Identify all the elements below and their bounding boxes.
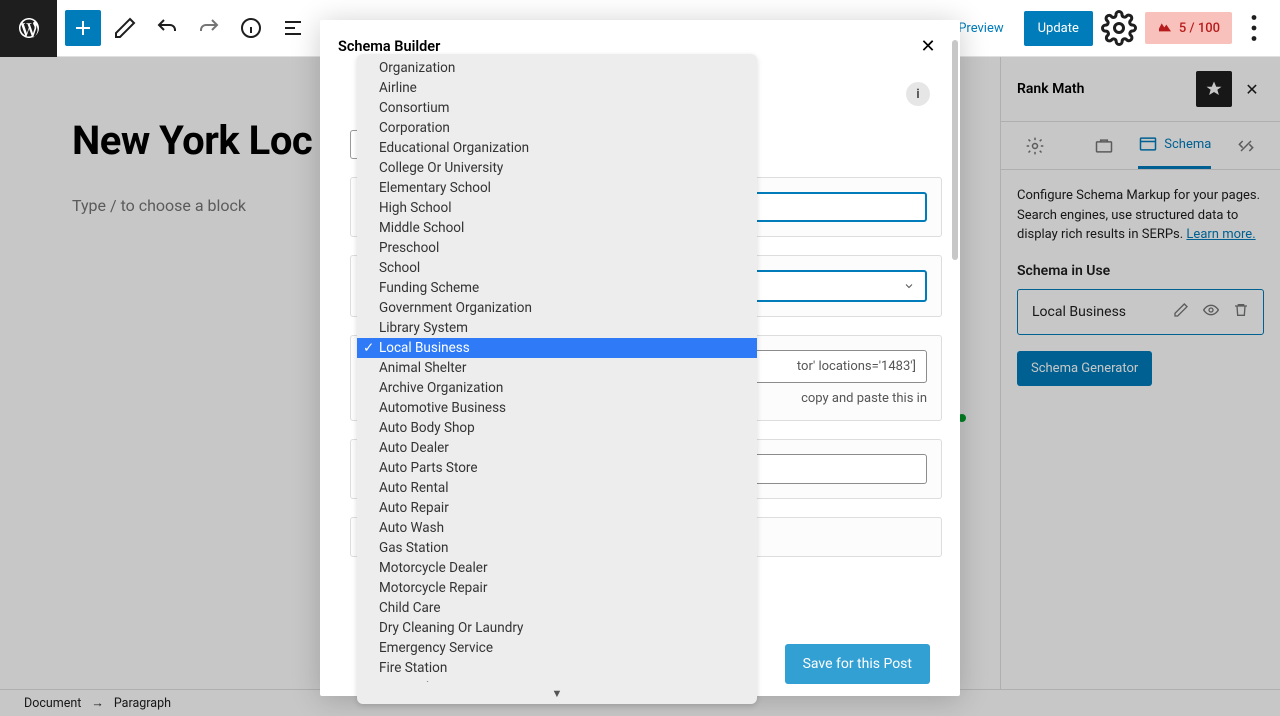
sidebar-title: Rank Math (1017, 81, 1084, 97)
dropdown-item[interactable]: Auto Wash (357, 518, 757, 538)
dropdown-item[interactable]: College Or University (357, 158, 757, 178)
more-menu-icon[interactable] (1236, 10, 1272, 46)
dropdown-item[interactable]: Gas Station (357, 538, 757, 558)
dropdown-item[interactable]: Automotive Business (357, 398, 757, 418)
add-block-button[interactable] (65, 10, 101, 46)
breadcrumb-arrow-icon: → (91, 696, 104, 711)
tab-advanced[interactable] (1070, 122, 1139, 169)
dropdown-item[interactable]: Corporation (357, 118, 757, 138)
dropdown-item[interactable]: Educational Organization (357, 138, 757, 158)
dropdown-item[interactable]: Organization (357, 58, 757, 78)
dropdown-item[interactable]: Government Organization (357, 298, 757, 318)
dropdown-item[interactable]: Motorcycle Dealer (357, 558, 757, 578)
star-icon[interactable] (1196, 71, 1232, 107)
dropdown-item[interactable]: Middle School (357, 218, 757, 238)
seo-score-badge[interactable]: 5 / 100 (1145, 12, 1232, 44)
dropdown-item[interactable]: Auto Rental (357, 478, 757, 498)
seo-score-value: 5 / 100 (1179, 21, 1220, 36)
chevron-down-icon (903, 280, 915, 292)
dropdown-item[interactable]: Local Business (357, 338, 757, 358)
undo-icon[interactable] (149, 10, 185, 46)
schema-type-dropdown: OrganizationAirlineConsortiumCorporation… (357, 54, 757, 704)
tab-schema[interactable]: Schema (1138, 122, 1211, 169)
breadcrumb-document[interactable]: Document (24, 696, 81, 711)
dropdown-scroll-down-icon[interactable]: ▼ (357, 682, 757, 704)
preview-schema-icon[interactable] (1203, 302, 1219, 322)
sidebar-description: Configure Schema Markup for your pages. … (1017, 186, 1264, 245)
dropdown-item[interactable]: Elementary School (357, 178, 757, 198)
dropdown-item[interactable]: Archive Organization (357, 378, 757, 398)
dropdown-item[interactable]: Auto Parts Store (357, 458, 757, 478)
dropdown-item[interactable]: Preschool (357, 238, 757, 258)
dropdown-item[interactable]: Consortium (357, 98, 757, 118)
schema-generator-button[interactable]: Schema Generator (1017, 351, 1152, 386)
wordpress-logo-icon[interactable] (0, 0, 57, 57)
save-for-post-button[interactable]: Save for this Post (785, 644, 930, 684)
dropdown-item[interactable]: School (357, 258, 757, 278)
delete-schema-icon[interactable] (1233, 302, 1249, 322)
dropdown-item[interactable]: Airline (357, 78, 757, 98)
outline-icon[interactable] (275, 10, 311, 46)
modal-title: Schema Builder (338, 38, 440, 55)
dropdown-item[interactable]: Auto Repair (357, 498, 757, 518)
edit-icon[interactable] (107, 10, 143, 46)
dropdown-item[interactable]: High School (357, 198, 757, 218)
sidebar-close-icon[interactable]: ✕ (1240, 77, 1264, 101)
schema-card-name: Local Business (1032, 304, 1126, 320)
update-button[interactable]: Update (1024, 11, 1093, 46)
info-icon[interactable] (233, 10, 269, 46)
dropdown-item[interactable]: Dry Cleaning Or Laundry (357, 618, 757, 638)
dropdown-item[interactable]: Animal Shelter (357, 358, 757, 378)
dropdown-item[interactable]: Emergency Service (357, 638, 757, 658)
breadcrumb-paragraph[interactable]: Paragraph (114, 696, 171, 711)
dropdown-list[interactable]: OrganizationAirlineConsortiumCorporation… (357, 54, 757, 682)
redo-icon[interactable] (191, 10, 227, 46)
dropdown-item[interactable]: Child Care (357, 598, 757, 618)
tab-general[interactable] (1001, 122, 1070, 169)
settings-icon[interactable] (1101, 10, 1137, 46)
tab-links[interactable] (1211, 122, 1280, 169)
dropdown-item[interactable]: Library System (357, 318, 757, 338)
tab-schema-label: Schema (1164, 137, 1211, 152)
dropdown-item[interactable]: Fire Station (357, 658, 757, 678)
modal-info-icon[interactable]: i (906, 82, 930, 106)
dropdown-item[interactable]: Motorcycle Repair (357, 578, 757, 598)
modal-close-icon[interactable]: ✕ (916, 34, 940, 58)
schema-section-heading: Schema in Use (1017, 263, 1264, 279)
dropdown-item[interactable]: Auto Dealer (357, 438, 757, 458)
dropdown-item[interactable]: Auto Body Shop (357, 418, 757, 438)
edit-schema-icon[interactable] (1173, 302, 1189, 322)
learn-more-link[interactable]: Learn more. (1186, 227, 1255, 242)
schema-in-use-card: Local Business (1017, 289, 1264, 335)
sidebar-tabs: Schema (1001, 122, 1280, 170)
dropdown-item[interactable]: Funding Scheme (357, 278, 757, 298)
sidebar: Rank Math ✕ Schema (1000, 57, 1280, 689)
